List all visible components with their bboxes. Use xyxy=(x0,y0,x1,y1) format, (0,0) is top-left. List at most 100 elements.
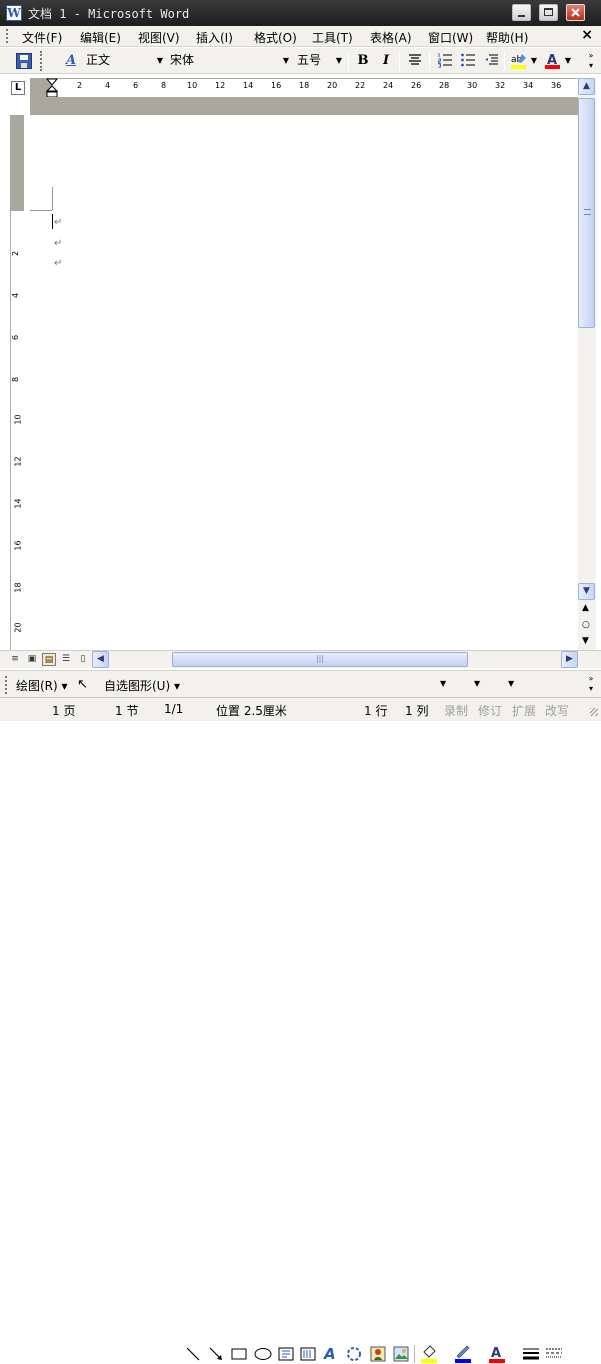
dash-style-icon[interactable] xyxy=(545,1347,563,1361)
diagram-icon[interactable] xyxy=(346,1346,362,1362)
style-combo[interactable]: 正文 ▼ xyxy=(82,51,166,70)
scroll-up-button[interactable]: ▲ xyxy=(578,78,595,95)
styles-pane-icon[interactable]: A xyxy=(62,52,80,70)
clip-art-icon[interactable] xyxy=(370,1346,386,1362)
line-icon[interactable] xyxy=(186,1347,200,1361)
document-body[interactable] xyxy=(30,115,578,650)
status-record-macro[interactable]: 录制 xyxy=(444,702,468,719)
menubar-grip[interactable] xyxy=(6,29,9,43)
word-app-icon[interactable]: W xyxy=(6,5,22,21)
text-box-icon[interactable] xyxy=(278,1347,294,1361)
vertical-scrollbar[interactable]: ▲ ▼ ▲ ○ ▼ xyxy=(578,78,596,650)
align-center-button[interactable] xyxy=(406,52,424,70)
bullets-button[interactable] xyxy=(459,52,477,70)
chevron-down-icon[interactable]: ▼ xyxy=(508,679,514,688)
scroll-left-button[interactable]: ◀ xyxy=(92,651,109,668)
scroll-right-button[interactable]: ▶ xyxy=(561,651,578,668)
menu-help[interactable]: 帮助(H) xyxy=(486,29,528,46)
menu-edit[interactable]: 编辑(E) xyxy=(80,29,121,46)
title-bar: W 文档 1 - Microsoft Word xyxy=(0,0,601,26)
rectangle-icon[interactable] xyxy=(231,1347,247,1361)
select-objects-icon[interactable]: ↖ xyxy=(77,677,88,692)
italic-button[interactable]: I xyxy=(377,52,395,70)
decrease-indent-icon xyxy=(485,54,498,65)
ruler-tick: 2 xyxy=(77,81,83,90)
margin-corner-mark xyxy=(52,187,53,210)
formatting-toolbar: A 正文 ▼ 宋体 ▼ 五号 ▼ B I ab ▼ A ▼ » ▾ xyxy=(0,48,601,74)
wordart-icon[interactable]: A xyxy=(324,1345,336,1363)
oval-icon[interactable] xyxy=(254,1347,272,1361)
chevron-down-icon[interactable]: ▼ xyxy=(564,52,572,70)
chevron-down-icon[interactable]: ▼ xyxy=(474,679,480,688)
ruler-tick: 4 xyxy=(105,81,111,90)
maximize-icon xyxy=(544,8,553,16)
page-top-margin-band xyxy=(30,97,578,115)
menu-tools[interactable]: 工具(T) xyxy=(312,29,353,46)
ruler-tick: 14 xyxy=(13,498,23,509)
status-extend-selection[interactable]: 扩展 xyxy=(512,702,536,719)
toolbar-separator xyxy=(414,1345,415,1363)
font-size-value: 五号 xyxy=(297,53,322,67)
tab-selector-button[interactable]: L xyxy=(11,81,25,95)
web-view-icon[interactable]: ▣ xyxy=(25,653,39,666)
align-center-icon xyxy=(409,54,421,65)
print-view-icon[interactable]: ▤ xyxy=(42,653,56,666)
next-page-icon[interactable]: ▼ xyxy=(582,636,589,646)
status-overtype[interactable]: 改写 xyxy=(545,702,569,719)
menu-insert[interactable]: 插入(I) xyxy=(196,29,233,46)
minimize-button[interactable] xyxy=(512,4,531,21)
status-track-changes[interactable]: 修订 xyxy=(478,702,502,719)
toolbar-options-icon[interactable]: » ▾ xyxy=(585,674,597,694)
maximize-button[interactable] xyxy=(539,4,558,21)
toolbar-grip[interactable] xyxy=(40,51,48,71)
close-button[interactable] xyxy=(566,4,585,21)
chevron-down-icon: ▼ xyxy=(335,56,342,65)
margin-corner-mark xyxy=(30,210,52,211)
numbering-button[interactable] xyxy=(436,52,454,70)
scroll-down-button[interactable]: ▼ xyxy=(578,583,595,600)
font-color-button[interactable]: A xyxy=(544,52,562,70)
decrease-indent-button[interactable] xyxy=(482,52,500,70)
ruler-tick: 30 xyxy=(467,81,478,90)
drawing-font-color-icon[interactable]: A xyxy=(488,1344,506,1364)
resize-grip-icon[interactable] xyxy=(590,708,598,716)
ruler-tick: 8 xyxy=(11,376,21,383)
fill-color-icon[interactable] xyxy=(420,1344,438,1364)
draw-menu-button[interactable]: 绘图(R) ▾ xyxy=(16,677,68,694)
save-icon[interactable] xyxy=(16,53,32,69)
document-close-icon[interactable]: × xyxy=(581,27,593,43)
reading-view-icon[interactable]: ▯ xyxy=(76,653,90,666)
outline-view-icon[interactable]: ☰ xyxy=(59,653,73,666)
font-size-combo[interactable]: 五号 ▼ xyxy=(293,51,345,70)
select-browse-object-icon[interactable]: ○ xyxy=(582,620,590,630)
toolbar-options-icon[interactable]: » ▾ xyxy=(585,51,597,71)
ruler-tick: 34 xyxy=(523,81,534,90)
menu-format[interactable]: 格式(O) xyxy=(254,29,297,46)
insert-picture-icon[interactable] xyxy=(393,1346,409,1362)
toolbar-grip[interactable] xyxy=(5,676,9,694)
highlight-button[interactable]: ab xyxy=(510,52,528,70)
chevron-down-icon[interactable]: ▼ xyxy=(530,52,538,70)
normal-view-icon[interactable]: ≡ xyxy=(8,653,22,666)
font-combo[interactable]: 宋体 ▼ xyxy=(166,51,292,70)
vertical-scroll-thumb[interactable] xyxy=(578,98,595,328)
chevron-down-icon[interactable]: ▼ xyxy=(440,679,446,688)
menu-window[interactable]: 窗口(W) xyxy=(428,29,473,46)
status-page-of: 1/1 xyxy=(164,702,184,716)
previous-page-icon[interactable]: ▲ xyxy=(582,603,589,613)
text-cursor xyxy=(52,214,53,229)
line-color-icon[interactable] xyxy=(454,1344,472,1364)
status-column: 1 列 xyxy=(405,704,429,718)
arrow-icon[interactable] xyxy=(209,1347,223,1361)
indent-marker-icon[interactable] xyxy=(46,78,58,98)
horizontal-scroll-thumb[interactable]: ||| xyxy=(172,652,468,667)
vertical-text-box-icon[interactable] xyxy=(300,1347,316,1361)
line-style-icon[interactable] xyxy=(522,1347,540,1361)
ruler-tick: 8 xyxy=(161,81,167,90)
horizontal-ruler[interactable]: 2 4 6 8 10 12 14 16 18 20 22 24 26 28 30… xyxy=(30,78,578,97)
bold-button[interactable]: B xyxy=(354,52,372,70)
menu-table[interactable]: 表格(A) xyxy=(370,29,412,46)
menu-view[interactable]: 视图(V) xyxy=(138,29,180,46)
autoshapes-menu-button[interactable]: 自选图形(U) ▾ xyxy=(104,677,180,694)
menu-file[interactable]: 文件(F) xyxy=(22,29,62,46)
